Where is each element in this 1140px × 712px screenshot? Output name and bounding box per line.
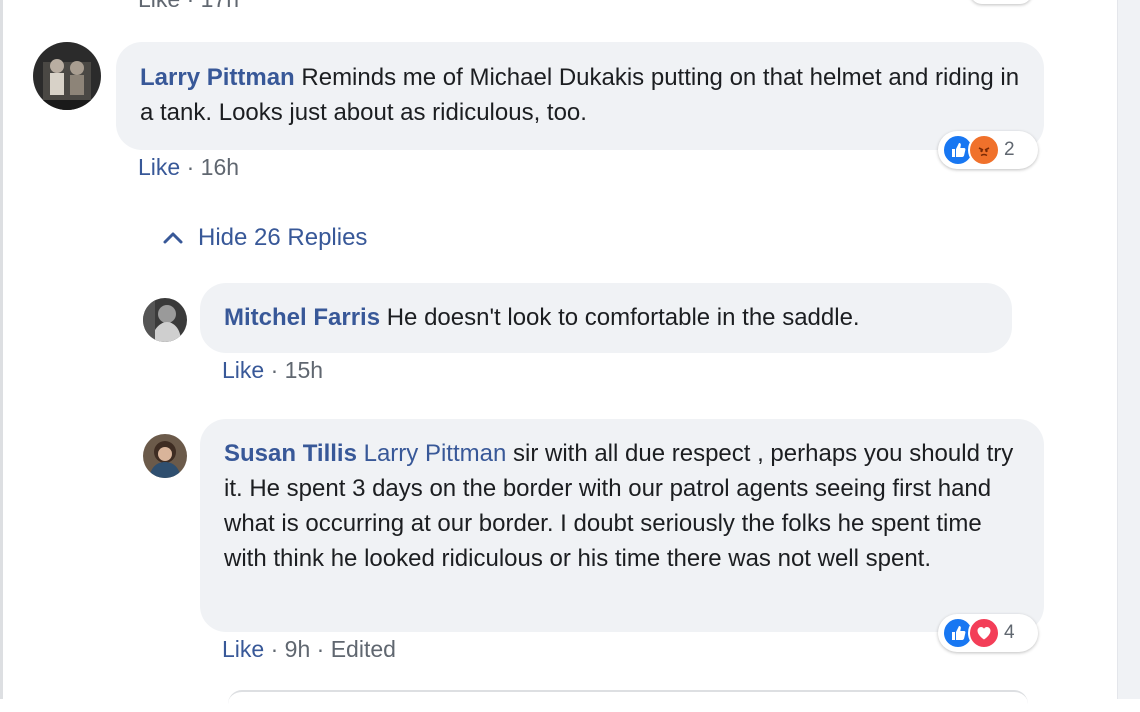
reply-bubble-mitchel-farris: Mitchel Farris He doesn't look to comfor… [200, 283, 1012, 353]
love-icon [968, 617, 1000, 649]
reply-text: He doesn't look to comfortable in the sa… [380, 304, 860, 331]
comment-reaction-count: 2 [1004, 139, 1015, 160]
reply-like-button[interactable]: Like [222, 636, 264, 662]
mention-link[interactable]: Larry Pittman [364, 440, 507, 467]
reply-meta: Like · 15h [222, 357, 323, 384]
comment-reactions[interactable]: 2 [938, 131, 1038, 169]
reply-reactions[interactable]: 4 [938, 614, 1038, 652]
previous-comment-meta: Like · 17h [138, 0, 239, 13]
avatar-mitchel-farris[interactable] [143, 298, 187, 342]
hide-replies-button[interactable]: Hide 26 Replies [160, 224, 367, 252]
meta-separator: · [180, 154, 201, 180]
edited-label[interactable]: Edited [331, 636, 396, 662]
meta-separator: · [264, 636, 285, 662]
scrollbar-gutter[interactable] [1117, 0, 1140, 699]
meta-separator: · [310, 636, 331, 662]
previous-comment-reactions[interactable] [970, 0, 1032, 4]
chevron-up-icon [163, 232, 183, 244]
comment-time[interactable]: 16h [201, 154, 239, 180]
meta-separator: · [264, 357, 285, 383]
reply-meta: Like · 9h · Edited [222, 636, 396, 663]
comment-bubble-larry-pittman: Larry Pittman Reminds me of Michael Duka… [116, 42, 1044, 150]
angry-icon [968, 134, 1000, 166]
reply-author-name[interactable]: Mitchel Farris [224, 304, 380, 331]
reply-author-name[interactable]: Susan Tillis [224, 440, 357, 467]
avatar-susan-tillis[interactable] [143, 434, 187, 478]
comment-author-name[interactable]: Larry Pittman [140, 64, 295, 91]
avatar-larry-pittman[interactable] [33, 42, 101, 110]
next-reply-bubble-edge [228, 690, 1028, 712]
reply-bubble-susan-tillis: Susan Tillis Larry Pittman sir with all … [200, 419, 1044, 632]
hide-replies-label: Hide 26 Replies [198, 224, 368, 251]
reply-like-button[interactable]: Like [222, 357, 264, 383]
comment-like-button[interactable]: Like [138, 154, 180, 180]
reply-time[interactable]: 15h [285, 357, 323, 383]
comment-meta: Like · 16h [138, 154, 239, 181]
reply-time[interactable]: 9h [285, 636, 311, 662]
reply-reaction-count: 4 [1004, 622, 1015, 643]
page-left-border [0, 0, 3, 699]
